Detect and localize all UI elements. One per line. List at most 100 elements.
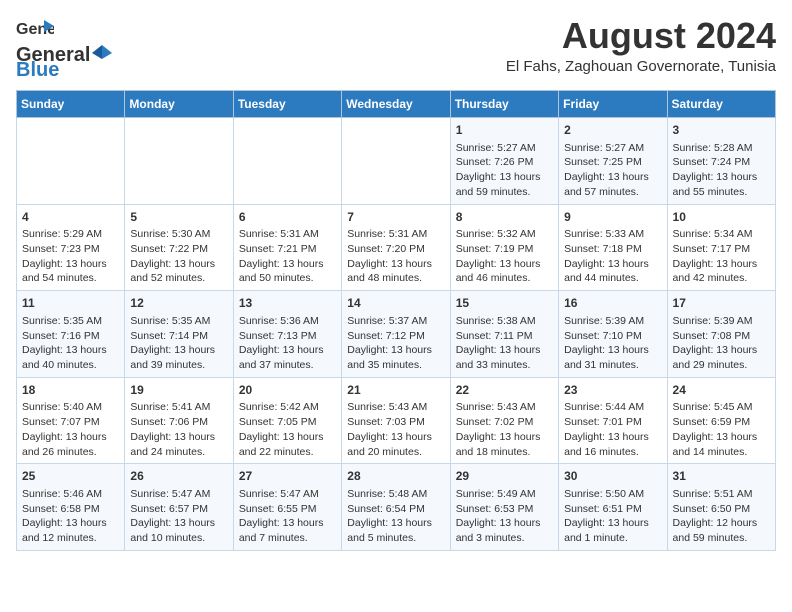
day-info-line: Daylight: 13 hours <box>347 516 444 531</box>
day-number: 22 <box>456 382 553 399</box>
day-info-line: Sunrise: 5:50 AM <box>564 487 661 502</box>
calendar-cell: 18Sunrise: 5:40 AMSunset: 7:07 PMDayligh… <box>17 377 125 464</box>
calendar-cell: 1Sunrise: 5:27 AMSunset: 7:26 PMDaylight… <box>450 118 558 205</box>
day-number: 31 <box>673 468 770 485</box>
day-info-line: Sunset: 7:16 PM <box>22 329 119 344</box>
day-number: 7 <box>347 209 444 226</box>
calendar-cell: 22Sunrise: 5:43 AMSunset: 7:02 PMDayligh… <box>450 377 558 464</box>
logo: General General Blue <box>16 16 112 82</box>
day-info-line: Sunset: 7:13 PM <box>239 329 336 344</box>
header-day-sunday: Sunday <box>17 91 125 118</box>
day-info-line: and 40 minutes. <box>22 358 119 373</box>
calendar-table: SundayMondayTuesdayWednesdayThursdayFrid… <box>16 90 776 551</box>
day-info-line: Sunset: 7:02 PM <box>456 415 553 430</box>
day-info-line: Daylight: 13 hours <box>130 516 227 531</box>
day-number: 16 <box>564 295 661 312</box>
day-info-line: and 52 minutes. <box>130 271 227 286</box>
day-info-line: Sunrise: 5:39 AM <box>673 314 770 329</box>
day-info-line: and 24 minutes. <box>130 445 227 460</box>
calendar-week-4: 18Sunrise: 5:40 AMSunset: 7:07 PMDayligh… <box>17 377 776 464</box>
header-day-friday: Friday <box>559 91 667 118</box>
calendar-cell: 19Sunrise: 5:41 AMSunset: 7:06 PMDayligh… <box>125 377 233 464</box>
calendar-cell: 24Sunrise: 5:45 AMSunset: 6:59 PMDayligh… <box>667 377 775 464</box>
day-info-line: Daylight: 13 hours <box>239 430 336 445</box>
header-day-monday: Monday <box>125 91 233 118</box>
day-number: 30 <box>564 468 661 485</box>
day-info-line: Sunset: 7:21 PM <box>239 242 336 257</box>
day-info-line: and 42 minutes. <box>673 271 770 286</box>
day-info-line: Sunset: 7:19 PM <box>456 242 553 257</box>
day-info-line: and 39 minutes. <box>130 358 227 373</box>
day-info-line: Sunrise: 5:27 AM <box>564 141 661 156</box>
header-day-wednesday: Wednesday <box>342 91 450 118</box>
calendar-cell <box>17 118 125 205</box>
day-info-line: and 59 minutes. <box>673 531 770 546</box>
calendar-cell <box>342 118 450 205</box>
day-info-line: Sunrise: 5:45 AM <box>673 400 770 415</box>
day-number: 11 <box>22 295 119 312</box>
day-info-line: Sunset: 7:01 PM <box>564 415 661 430</box>
day-info-line: Daylight: 13 hours <box>564 257 661 272</box>
day-info-line: and 31 minutes. <box>564 358 661 373</box>
day-info-line: Sunset: 6:50 PM <box>673 502 770 517</box>
day-info-line: and 20 minutes. <box>347 445 444 460</box>
calendar-cell <box>233 118 341 205</box>
calendar-cell: 9Sunrise: 5:33 AMSunset: 7:18 PMDaylight… <box>559 204 667 291</box>
calendar-cell: 27Sunrise: 5:47 AMSunset: 6:55 PMDayligh… <box>233 464 341 551</box>
header-day-saturday: Saturday <box>667 91 775 118</box>
day-info-line: Daylight: 13 hours <box>564 343 661 358</box>
day-info-line: and 46 minutes. <box>456 271 553 286</box>
day-info-line: Sunset: 7:22 PM <box>130 242 227 257</box>
day-info-line: Sunset: 7:23 PM <box>22 242 119 257</box>
day-number: 21 <box>347 382 444 399</box>
day-info-line: Sunset: 7:06 PM <box>130 415 227 430</box>
day-info-line: and 44 minutes. <box>564 271 661 286</box>
day-info-line: and 14 minutes. <box>673 445 770 460</box>
day-info-line: Daylight: 13 hours <box>564 430 661 445</box>
day-info-line: Daylight: 13 hours <box>347 257 444 272</box>
day-info-line: Sunrise: 5:49 AM <box>456 487 553 502</box>
calendar-week-2: 4Sunrise: 5:29 AMSunset: 7:23 PMDaylight… <box>17 204 776 291</box>
day-info-line: Sunset: 7:18 PM <box>564 242 661 257</box>
day-number: 14 <box>347 295 444 312</box>
day-info-line: Daylight: 13 hours <box>564 170 661 185</box>
day-info-line: Sunrise: 5:29 AM <box>22 227 119 242</box>
calendar-cell: 23Sunrise: 5:44 AMSunset: 7:01 PMDayligh… <box>559 377 667 464</box>
page-header: General General Blue August 2024 El Fahs… <box>16 16 776 82</box>
day-info-line: Daylight: 13 hours <box>564 516 661 531</box>
day-info-line: and 54 minutes. <box>22 271 119 286</box>
day-info-line: Daylight: 13 hours <box>239 516 336 531</box>
day-number: 29 <box>456 468 553 485</box>
day-number: 25 <box>22 468 119 485</box>
calendar-cell: 8Sunrise: 5:32 AMSunset: 7:19 PMDaylight… <box>450 204 558 291</box>
day-info-line: Sunset: 7:10 PM <box>564 329 661 344</box>
day-info-line: and 37 minutes. <box>239 358 336 373</box>
day-info-line: Sunrise: 5:46 AM <box>22 487 119 502</box>
day-info-line: Daylight: 13 hours <box>456 430 553 445</box>
day-info-line: Sunrise: 5:31 AM <box>239 227 336 242</box>
day-info-line: Sunset: 6:59 PM <box>673 415 770 430</box>
day-number: 20 <box>239 382 336 399</box>
title-block: August 2024 El Fahs, Zaghouan Governorat… <box>506 16 776 75</box>
header-day-thursday: Thursday <box>450 91 558 118</box>
calendar-week-1: 1Sunrise: 5:27 AMSunset: 7:26 PMDaylight… <box>17 118 776 205</box>
day-number: 15 <box>456 295 553 312</box>
day-info-line: Daylight: 13 hours <box>456 170 553 185</box>
day-info-line: Sunset: 7:12 PM <box>347 329 444 344</box>
day-info-line: Daylight: 13 hours <box>22 516 119 531</box>
day-number: 12 <box>130 295 227 312</box>
day-info-line: and 50 minutes. <box>239 271 336 286</box>
calendar-cell <box>125 118 233 205</box>
day-number: 27 <box>239 468 336 485</box>
day-info-line: and 59 minutes. <box>456 185 553 200</box>
day-info-line: Sunrise: 5:40 AM <box>22 400 119 415</box>
day-info-line: Sunrise: 5:42 AM <box>239 400 336 415</box>
day-info-line: Sunrise: 5:35 AM <box>22 314 119 329</box>
day-info-line: and 55 minutes. <box>673 185 770 200</box>
day-info-line: Daylight: 13 hours <box>673 257 770 272</box>
day-info-line: Daylight: 12 hours <box>673 516 770 531</box>
day-info-line: Sunrise: 5:47 AM <box>239 487 336 502</box>
logo-blue: Blue <box>16 59 59 82</box>
day-number: 8 <box>456 209 553 226</box>
day-info-line: Sunset: 6:51 PM <box>564 502 661 517</box>
